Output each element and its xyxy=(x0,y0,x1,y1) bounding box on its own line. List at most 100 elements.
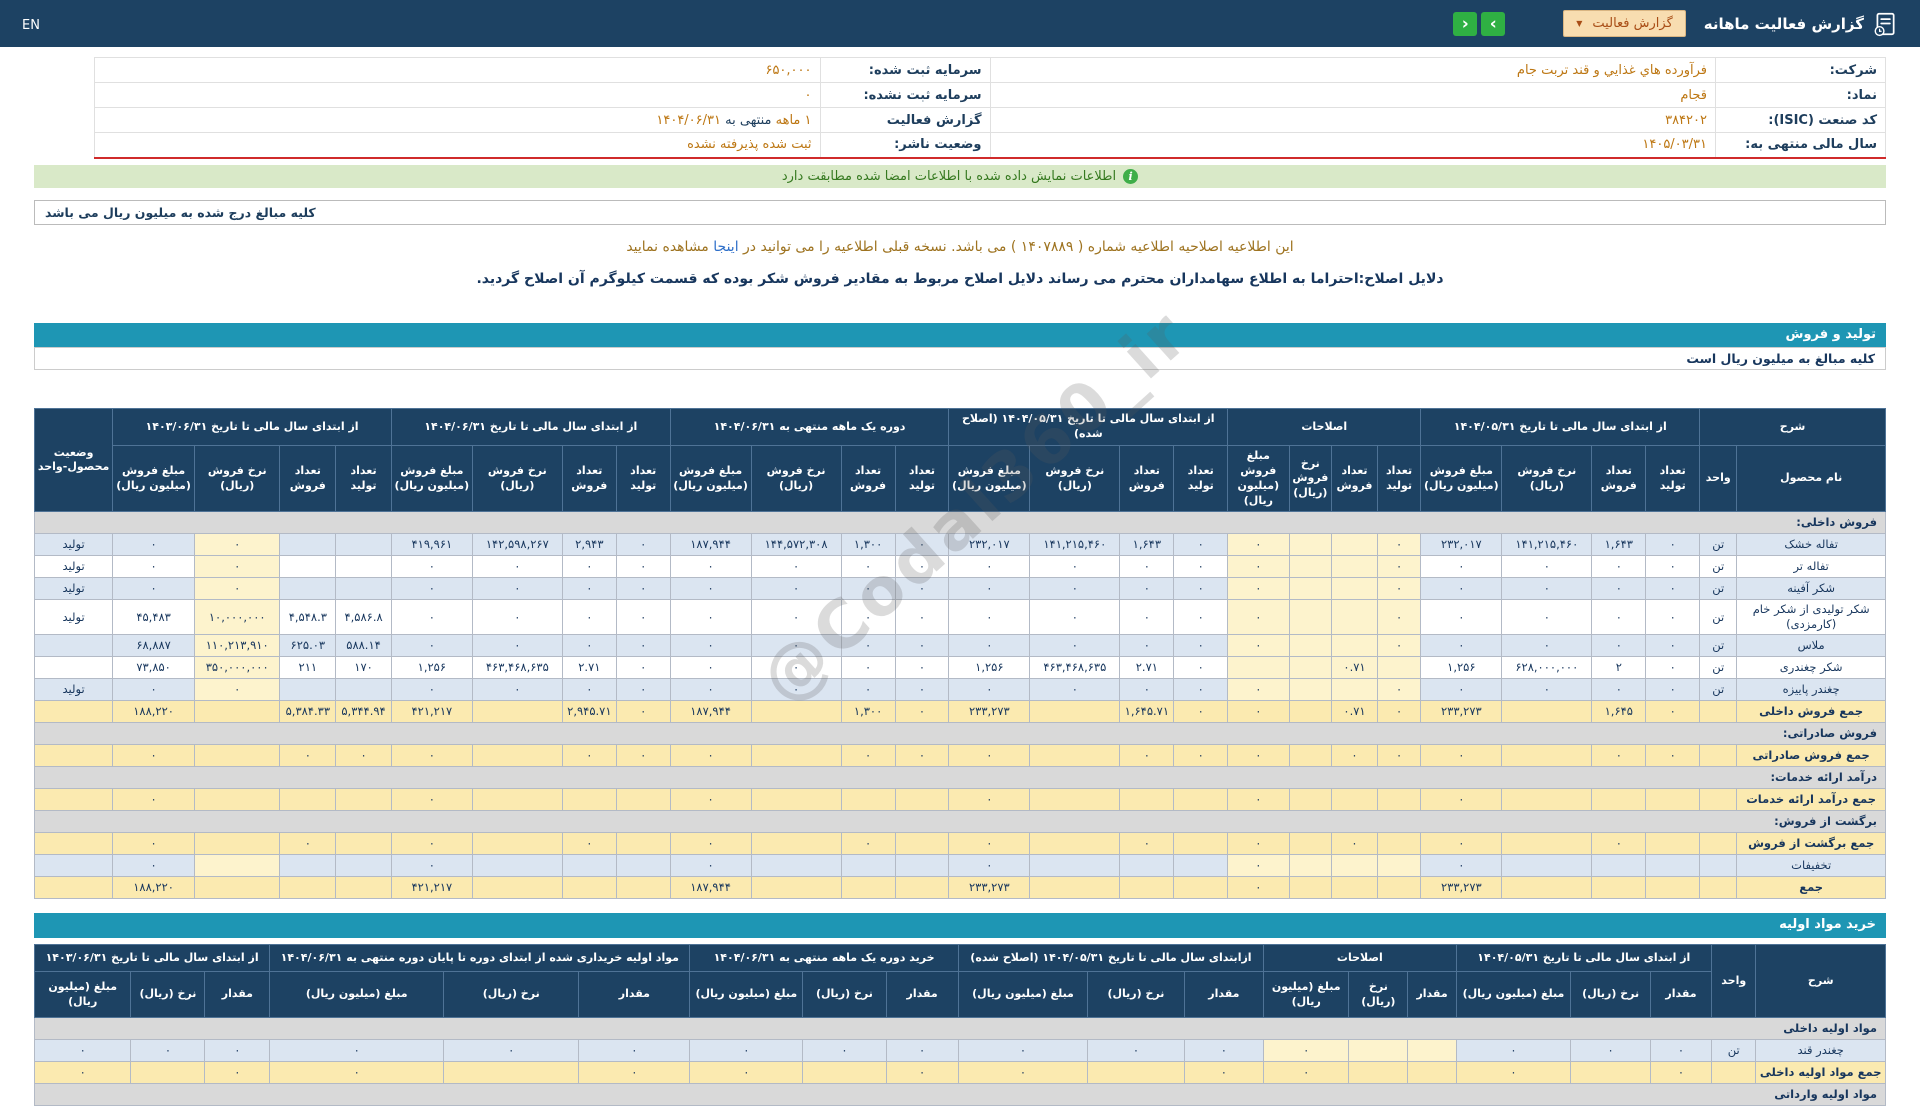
col-header-group-4: از ابتدای سال مالی تا تاریخ ۱۴۰۴/۰۶/۳۱ xyxy=(390,408,671,447)
value-cell: ۰ xyxy=(112,744,195,768)
value-cell: ۰ xyxy=(33,1061,132,1085)
value-cell xyxy=(615,854,671,878)
value-cell: ۰ xyxy=(1263,1039,1350,1063)
value-cell: ۰ xyxy=(1227,577,1290,601)
col-header-group-2: از ابتدای سال مالی تا تاریخ ۱۴۰۴/۰۵/۳۱ (… xyxy=(948,408,1229,447)
row-unit xyxy=(1699,854,1738,878)
row-label: جمع فروش داخلی xyxy=(1736,700,1886,724)
value-cell: ۰ xyxy=(193,678,281,702)
product-row: چغندر پاییزه تن ۰ ۰ ۰ ۰ ۰ ۰ ۰ ۰ ۰ ۰ ۰ ۰ ۰ ۰ ۰ ۰ ۰ ۰ ۰ ۰ تولید xyxy=(33,678,1886,702)
value-cell xyxy=(1331,678,1378,702)
value-cell: ۰ xyxy=(561,678,617,702)
col-header-sub: مقدار xyxy=(1649,971,1713,1019)
value-cell: ۱۸۷,۹۴۴ xyxy=(669,700,752,724)
row-unit: تن xyxy=(1699,678,1738,702)
value-cell xyxy=(1591,788,1647,812)
value-cell xyxy=(471,744,563,768)
value-cell xyxy=(1119,788,1175,812)
value-cell: ۰ xyxy=(1227,700,1290,724)
report-type-dropdown[interactable]: گزارش فعالیت ▼ xyxy=(1563,10,1686,37)
value-cell: ۱۸۷,۹۴۴ xyxy=(669,533,752,557)
col-header-sub: نرخ فروش (ریال) xyxy=(1501,445,1593,513)
value-cell: ۰ xyxy=(112,678,195,702)
section-row: درآمد ارائه خدمات: xyxy=(34,766,1886,790)
value-cell: ۰.۷۱ xyxy=(1331,700,1378,724)
prev-report-button[interactable]: ‹ xyxy=(1453,11,1478,36)
value-cell xyxy=(193,876,281,900)
value-cell: ۴,۵۸۶.۸ xyxy=(335,599,392,636)
row-label: شکر تولیدی از شکر خام (کارمزدی) xyxy=(1736,599,1886,636)
value-cell: ۰ xyxy=(885,1061,959,1085)
navbar-left-group: EN xyxy=(22,14,40,33)
value-cell: ۰ xyxy=(750,634,842,658)
next-report-button[interactable]: › xyxy=(1481,11,1506,36)
value-cell xyxy=(1501,700,1593,724)
company-field-value: ۱۴۰۵/۰۳/۳۱ xyxy=(989,132,1716,158)
row-label: جمع درآمد ارائه خدمات xyxy=(1736,788,1886,812)
language-toggle[interactable]: EN xyxy=(22,18,40,33)
value-cell: ۰ xyxy=(615,678,671,702)
value-cell xyxy=(471,854,563,878)
value-cell: ۰ xyxy=(840,599,896,636)
section-header-raw-materials: خرید مواد اولیه xyxy=(34,913,1886,939)
value-cell xyxy=(335,832,392,856)
value-cell: ۰ xyxy=(112,854,195,878)
value-cell: ۰ xyxy=(1173,599,1229,636)
col-header-group-5: از ابتدای سال مالی تا تاریخ ۱۴۰۳/۰۶/۳۱ xyxy=(33,944,271,973)
value-cell: ۱,۲۵۶ xyxy=(1420,656,1503,680)
value-cell: ۰ xyxy=(1263,1061,1350,1085)
value-cell: ۰ xyxy=(669,656,752,680)
value-cell: ۰ xyxy=(615,744,671,768)
value-cell: ۰ xyxy=(1173,656,1229,680)
amendment-notice-text: این اطلاعیه اصلاحیه اطلاعیه شماره ( ۱۴۰۷… xyxy=(738,238,1294,255)
header-sub-row: مقدار نرخ (ریال) مبلغ (میلیون ریال) مقدار نر… xyxy=(33,971,1886,1019)
row-label: جمع xyxy=(1736,876,1886,900)
value-cell xyxy=(750,876,842,900)
table-amounts-note: کلیه مبالغ به میلیون ریال است xyxy=(34,347,1886,371)
table-header: شرح از ابتدای سال مالی تا تاریخ ۱۴۰۴/۰۵/۳… xyxy=(33,408,1886,513)
value-cell: ۰ xyxy=(1501,634,1593,658)
company-field-value: ۱ ماهه منتهی به ۱۴۰۴/۰۶/۳۱ xyxy=(94,107,821,133)
value-cell xyxy=(1288,555,1333,579)
row-label: شکر آفینه xyxy=(1736,577,1886,601)
value-cell: ۰ xyxy=(1501,555,1593,579)
col-header-sub: تعداد تولید xyxy=(335,445,392,513)
value-cell: ۰ xyxy=(1119,599,1175,636)
report-type-dropdown-label: گزارش فعالیت xyxy=(1592,16,1673,31)
value-cell: ۰ xyxy=(669,555,752,579)
col-header-product-name: نام محصول xyxy=(1736,445,1886,513)
value-cell: ۰ xyxy=(1227,678,1290,702)
col-header-unit: واحد xyxy=(1711,944,1757,1019)
value-cell: ۰ xyxy=(1119,744,1175,768)
value-cell xyxy=(1501,854,1593,878)
value-cell: ۱۴۴,۵۷۲,۳۰۸ xyxy=(750,533,842,557)
value-cell: ۰ xyxy=(615,634,671,658)
value-cell: ۰ xyxy=(1227,876,1290,900)
col-header-sub: تعداد تولید xyxy=(894,445,950,513)
value-cell: ۰ xyxy=(1645,656,1701,680)
value-cell: ۰ xyxy=(1183,1061,1265,1085)
value-cell: ۴۶۳,۴۶۸,۶۳۵ xyxy=(471,656,563,680)
value-cell xyxy=(1029,854,1121,878)
previous-version-link[interactable]: اینجا xyxy=(713,239,738,255)
product-row: شکر چغندری تن ۰ ۲ ۶۲۸,۰۰۰,۰۰۰ ۱,۲۵۶ ۰.۷۱ ۰ ۲.۷۱ ۴… xyxy=(33,656,1886,680)
value-cell: ۰ xyxy=(669,788,752,812)
value-cell: ۰ xyxy=(840,577,896,601)
value-cell: ۰ xyxy=(1645,678,1701,702)
value-cell: ۰ xyxy=(561,634,617,658)
value-cell: ۰ xyxy=(1029,678,1121,702)
row-label: چغندر پاییزه xyxy=(1736,678,1886,702)
col-header-sub: تعداد فروش xyxy=(1331,445,1378,513)
col-header-sub: نرخ (ریال) xyxy=(1087,971,1185,1019)
row-unit xyxy=(1699,788,1738,812)
value-cell: ۰ xyxy=(1645,599,1701,636)
col-header-group-0: از ابتدای سال مالی تا تاریخ ۱۴۰۴/۰۵/۳۱ xyxy=(1420,408,1701,447)
value-cell xyxy=(1029,700,1121,724)
value-cell xyxy=(1227,656,1290,680)
product-status: تولید xyxy=(33,678,114,702)
value-cell: ۲۳۳,۲۷۳ xyxy=(948,700,1031,724)
signed-info-text: اطلاعات نمایش داده شده با اطلاعات امضا ش… xyxy=(781,168,1117,184)
value-cell: ۰ xyxy=(193,577,281,601)
value-cell: ۱,۶۴۳ xyxy=(1119,533,1175,557)
value-cell: ۲۳۲,۰۱۷ xyxy=(1420,533,1503,557)
